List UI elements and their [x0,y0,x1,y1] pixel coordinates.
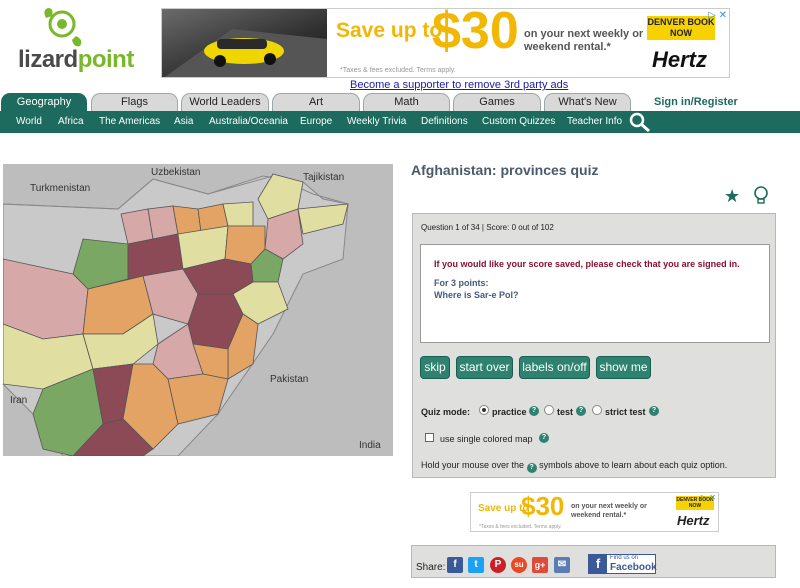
nav-custom-quizzes[interactable]: Custom Quizzes [482,116,555,127]
logo-text: lizardpoint [18,46,134,73]
afghanistan-map[interactable]: Turkmenistan Uzbekistan Tajikistan Pakis… [3,164,393,456]
facebook-share-icon[interactable]: f [447,557,463,573]
ad-brand-logo: Hertz [652,47,708,72]
ad-fine-print: *Taxes & fees excluded. Terms apply. [479,524,562,530]
show-me-button[interactable]: show me [596,356,651,379]
tab-world-leaders[interactable]: World Leaders [181,93,269,111]
hint-help-icon: ? [526,463,537,473]
map-svg[interactable] [3,164,393,456]
label-turkmenistan: Turkmenistan [30,183,91,194]
strict-test-radio[interactable] [592,405,602,415]
ad-save-text: Save up to [336,19,443,42]
ad-amount: $30 [432,8,519,60]
share-bar: Share: f t P su g+ ✉ f Find us on Facebo… [411,545,776,578]
help-hint: Hold your mouse over the ? symbols above… [421,460,728,473]
facebook-icon: f [589,555,607,573]
nav-world[interactable]: World [16,116,42,127]
strict-test-label[interactable]: strict test [605,407,646,417]
share-label: Share: [416,562,446,573]
nav-weekly-trivia[interactable]: Weekly Trivia [347,116,406,127]
twitter-share-icon[interactable]: t [468,557,484,573]
lightbulb-icon[interactable] [752,186,770,206]
ad-close-icon[interactable]: ▷ ✕ [701,493,716,502]
nav-asia[interactable]: Asia [174,116,193,127]
googleplus-share-icon[interactable]: g+ [532,557,548,573]
single-color-checkbox[interactable] [425,433,434,442]
nav-definitions[interactable]: Definitions [421,116,468,127]
single-color-label[interactable]: use single colored map [440,434,533,444]
label-uzbekistan: Uzbekistan [151,167,201,178]
nav-oceania[interactable]: Australia/Oceania [209,116,288,127]
bottom-banner-ad[interactable]: Save up to $30 on your next weekly or we… [470,492,719,532]
tab-geography[interactable]: Geography [1,93,87,111]
search-icon[interactable] [628,111,652,133]
practice-label[interactable]: practice [492,407,527,417]
label-tajikistan: Tajikistan [303,172,345,183]
question-status: Question 1 of 34 | Score: 0 out of 102 [421,223,554,232]
email-share-icon[interactable]: ✉ [554,557,570,573]
page-title: Afghanistan: provinces quiz [411,162,599,178]
ad-amount: $30 [521,492,565,521]
test-help-icon[interactable]: ? [576,406,586,416]
label-india: India [359,440,381,451]
ad-description: on your next weekly or weekend rental.* [571,503,647,519]
ad-book-button[interactable]: DENVER BOOK NOW [647,16,715,40]
practice-help-icon[interactable]: ? [529,406,539,416]
tab-art[interactable]: Art [272,93,360,111]
labels-toggle-button[interactable]: labels on/off [519,356,590,379]
quiz-panel: Question 1 of 34 | Score: 0 out of 102 I… [412,213,776,478]
supporter-link[interactable]: Become a supporter to remove 3rd party a… [350,79,568,91]
tab-whats-new[interactable]: What's New [544,93,631,111]
signin-warning: If you would like your score saved, plea… [434,259,740,269]
nav-teacher-info[interactable]: Teacher Info [567,116,622,127]
ad-fine-print: *Taxes & fees excluded. Terms apply. [340,67,456,74]
nav-americas[interactable]: The Americas [99,116,160,127]
points-label: For 3 points: [434,278,489,288]
test-label[interactable]: test [557,407,573,417]
quiz-mode-label: Quiz mode: [421,407,470,417]
skip-button[interactable]: skip [420,356,450,379]
pinterest-share-icon[interactable]: P [490,557,506,573]
test-radio[interactable] [544,405,554,415]
ad-car-image [162,9,327,77]
question-box: If you would like your score saved, plea… [420,244,770,343]
sub-navigation: World Africa The Americas Asia Australia… [0,111,800,133]
label-iran: Iran [10,395,28,406]
strict-test-help-icon[interactable]: ? [649,406,659,416]
start-over-button[interactable]: start over [456,356,513,379]
single-color-help-icon[interactable]: ? [539,433,549,443]
tab-flags[interactable]: Flags [91,93,178,111]
ad-brand-logo: Hertz [677,513,710,528]
lizardpoint-logo[interactable]: lizardpoint [18,6,134,73]
tab-math[interactable]: Math [363,93,450,111]
nav-europe[interactable]: Europe [300,116,332,127]
question-text: Where is Sar-e Pol? [434,290,519,300]
lizard-icon [44,8,82,47]
star-icon[interactable]: ★ [724,186,740,207]
top-banner-ad[interactable]: Save up to $30 on your next weekly or we… [161,8,730,78]
signin-link[interactable]: Sign in/Register [654,96,738,108]
find-us-on-facebook[interactable]: f Find us on Facebook [588,554,657,574]
nav-africa[interactable]: Africa [58,116,84,127]
ad-close-icon[interactable]: ▷ ✕ [708,10,727,21]
ad-description: on your next weekly or weekend rental.* [524,28,644,53]
tab-games[interactable]: Games [453,93,541,111]
stumbleupon-share-icon[interactable]: su [511,557,527,573]
label-pakistan: Pakistan [270,374,309,385]
practice-radio[interactable] [479,405,489,415]
